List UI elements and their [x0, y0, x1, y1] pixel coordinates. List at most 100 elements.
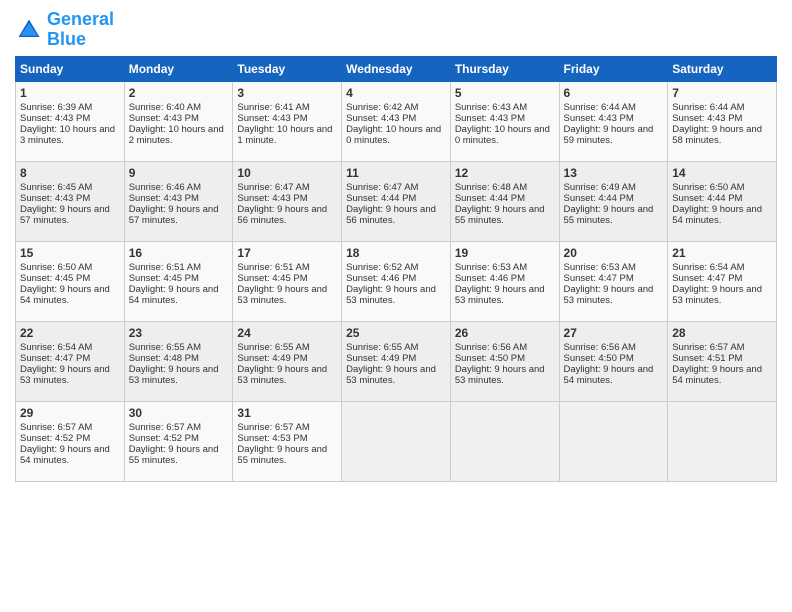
- day-number: 25: [346, 326, 446, 340]
- sunset: Sunset: 4:50 PM: [455, 353, 525, 364]
- daylight: Daylight: 9 hours and 54 minutes.: [20, 284, 110, 306]
- calendar-table: SundayMondayTuesdayWednesdayThursdayFrid…: [15, 56, 777, 482]
- sunrise: Sunrise: 6:45 AM: [20, 182, 92, 193]
- sunrise: Sunrise: 6:47 AM: [237, 182, 309, 193]
- sunrise: Sunrise: 6:44 AM: [672, 102, 744, 113]
- calendar-row-3: 22 Sunrise: 6:54 AM Sunset: 4:47 PM Dayl…: [16, 321, 777, 401]
- day-number: 2: [129, 86, 229, 100]
- sunset: Sunset: 4:43 PM: [237, 193, 307, 204]
- calendar-row-1: 8 Sunrise: 6:45 AM Sunset: 4:43 PM Dayli…: [16, 161, 777, 241]
- sunrise: Sunrise: 6:39 AM: [20, 102, 92, 113]
- sunset: Sunset: 4:50 PM: [564, 353, 634, 364]
- day-number: 1: [20, 86, 120, 100]
- sunset: Sunset: 4:47 PM: [672, 273, 742, 284]
- sunrise: Sunrise: 6:53 AM: [564, 262, 636, 273]
- day-number: 23: [129, 326, 229, 340]
- day-number: 21: [672, 246, 772, 260]
- sunset: Sunset: 4:44 PM: [455, 193, 525, 204]
- sunset: Sunset: 4:43 PM: [346, 113, 416, 124]
- sunset: Sunset: 4:49 PM: [237, 353, 307, 364]
- calendar-cell: 17 Sunrise: 6:51 AM Sunset: 4:45 PM Dayl…: [233, 241, 342, 321]
- day-number: 4: [346, 86, 446, 100]
- daylight: Daylight: 9 hours and 53 minutes.: [237, 284, 327, 306]
- logo-text: General Blue: [47, 10, 114, 50]
- calendar-cell: 22 Sunrise: 6:54 AM Sunset: 4:47 PM Dayl…: [16, 321, 125, 401]
- logo-icon: [15, 16, 43, 44]
- header-cell-friday: Friday: [559, 56, 668, 81]
- calendar-cell: 9 Sunrise: 6:46 AM Sunset: 4:43 PM Dayli…: [124, 161, 233, 241]
- daylight: Daylight: 9 hours and 54 minutes.: [672, 204, 762, 226]
- daylight: Daylight: 9 hours and 57 minutes.: [129, 204, 219, 226]
- header-cell-monday: Monday: [124, 56, 233, 81]
- daylight: Daylight: 9 hours and 53 minutes.: [20, 364, 110, 386]
- calendar-cell: 31 Sunrise: 6:57 AM Sunset: 4:53 PM Dayl…: [233, 401, 342, 481]
- sunset: Sunset: 4:46 PM: [455, 273, 525, 284]
- sunset: Sunset: 4:48 PM: [129, 353, 199, 364]
- sunset: Sunset: 4:44 PM: [672, 193, 742, 204]
- calendar-body: 1 Sunrise: 6:39 AM Sunset: 4:43 PM Dayli…: [16, 81, 777, 481]
- day-number: 3: [237, 86, 337, 100]
- sunset: Sunset: 4:43 PM: [129, 193, 199, 204]
- calendar-row-2: 15 Sunrise: 6:50 AM Sunset: 4:45 PM Dayl…: [16, 241, 777, 321]
- daylight: Daylight: 9 hours and 53 minutes.: [346, 284, 436, 306]
- daylight: Daylight: 9 hours and 53 minutes.: [129, 364, 219, 386]
- calendar-cell: 29 Sunrise: 6:57 AM Sunset: 4:52 PM Dayl…: [16, 401, 125, 481]
- day-number: 6: [564, 86, 664, 100]
- sunrise: Sunrise: 6:57 AM: [237, 422, 309, 433]
- sunrise: Sunrise: 6:57 AM: [20, 422, 92, 433]
- day-number: 29: [20, 406, 120, 420]
- daylight: Daylight: 9 hours and 53 minutes.: [564, 284, 654, 306]
- day-number: 17: [237, 246, 337, 260]
- calendar-cell: 18 Sunrise: 6:52 AM Sunset: 4:46 PM Dayl…: [342, 241, 451, 321]
- sunset: Sunset: 4:47 PM: [20, 353, 90, 364]
- header-row: SundayMondayTuesdayWednesdayThursdayFrid…: [16, 56, 777, 81]
- day-number: 18: [346, 246, 446, 260]
- calendar-cell: 26 Sunrise: 6:56 AM Sunset: 4:50 PM Dayl…: [450, 321, 559, 401]
- daylight: Daylight: 9 hours and 53 minutes.: [455, 364, 545, 386]
- sunset: Sunset: 4:52 PM: [129, 433, 199, 444]
- sunset: Sunset: 4:43 PM: [20, 193, 90, 204]
- day-number: 20: [564, 246, 664, 260]
- sunrise: Sunrise: 6:49 AM: [564, 182, 636, 193]
- sunset: Sunset: 4:47 PM: [564, 273, 634, 284]
- daylight: Daylight: 9 hours and 58 minutes.: [672, 124, 762, 146]
- day-number: 10: [237, 166, 337, 180]
- day-number: 19: [455, 246, 555, 260]
- calendar-cell: 1 Sunrise: 6:39 AM Sunset: 4:43 PM Dayli…: [16, 81, 125, 161]
- daylight: Daylight: 10 hours and 1 minute.: [237, 124, 332, 146]
- sunset: Sunset: 4:43 PM: [672, 113, 742, 124]
- daylight: Daylight: 9 hours and 55 minutes.: [129, 444, 219, 466]
- day-number: 13: [564, 166, 664, 180]
- sunrise: Sunrise: 6:56 AM: [455, 342, 527, 353]
- sunrise: Sunrise: 6:43 AM: [455, 102, 527, 113]
- sunset: Sunset: 4:46 PM: [346, 273, 416, 284]
- calendar-cell: 30 Sunrise: 6:57 AM Sunset: 4:52 PM Dayl…: [124, 401, 233, 481]
- daylight: Daylight: 9 hours and 53 minutes.: [237, 364, 327, 386]
- sunrise: Sunrise: 6:55 AM: [346, 342, 418, 353]
- day-number: 5: [455, 86, 555, 100]
- sunrise: Sunrise: 6:51 AM: [129, 262, 201, 273]
- sunset: Sunset: 4:53 PM: [237, 433, 307, 444]
- sunset: Sunset: 4:44 PM: [564, 193, 634, 204]
- calendar-cell: 10 Sunrise: 6:47 AM Sunset: 4:43 PM Dayl…: [233, 161, 342, 241]
- calendar-cell: 21 Sunrise: 6:54 AM Sunset: 4:47 PM Dayl…: [668, 241, 777, 321]
- sunset: Sunset: 4:52 PM: [20, 433, 90, 444]
- day-number: 31: [237, 406, 337, 420]
- daylight: Daylight: 9 hours and 53 minutes.: [455, 284, 545, 306]
- sunrise: Sunrise: 6:53 AM: [455, 262, 527, 273]
- sunrise: Sunrise: 6:50 AM: [672, 182, 744, 193]
- calendar-cell: 11 Sunrise: 6:47 AM Sunset: 4:44 PM Dayl…: [342, 161, 451, 241]
- sunset: Sunset: 4:43 PM: [455, 113, 525, 124]
- header-cell-sunday: Sunday: [16, 56, 125, 81]
- sunrise: Sunrise: 6:57 AM: [672, 342, 744, 353]
- day-number: 28: [672, 326, 772, 340]
- header-cell-saturday: Saturday: [668, 56, 777, 81]
- day-number: 24: [237, 326, 337, 340]
- calendar-cell: 2 Sunrise: 6:40 AM Sunset: 4:43 PM Dayli…: [124, 81, 233, 161]
- calendar-cell: 23 Sunrise: 6:55 AM Sunset: 4:48 PM Dayl…: [124, 321, 233, 401]
- daylight: Daylight: 9 hours and 56 minutes.: [346, 204, 436, 226]
- sunset: Sunset: 4:45 PM: [237, 273, 307, 284]
- day-number: 11: [346, 166, 446, 180]
- day-number: 22: [20, 326, 120, 340]
- calendar-cell: [668, 401, 777, 481]
